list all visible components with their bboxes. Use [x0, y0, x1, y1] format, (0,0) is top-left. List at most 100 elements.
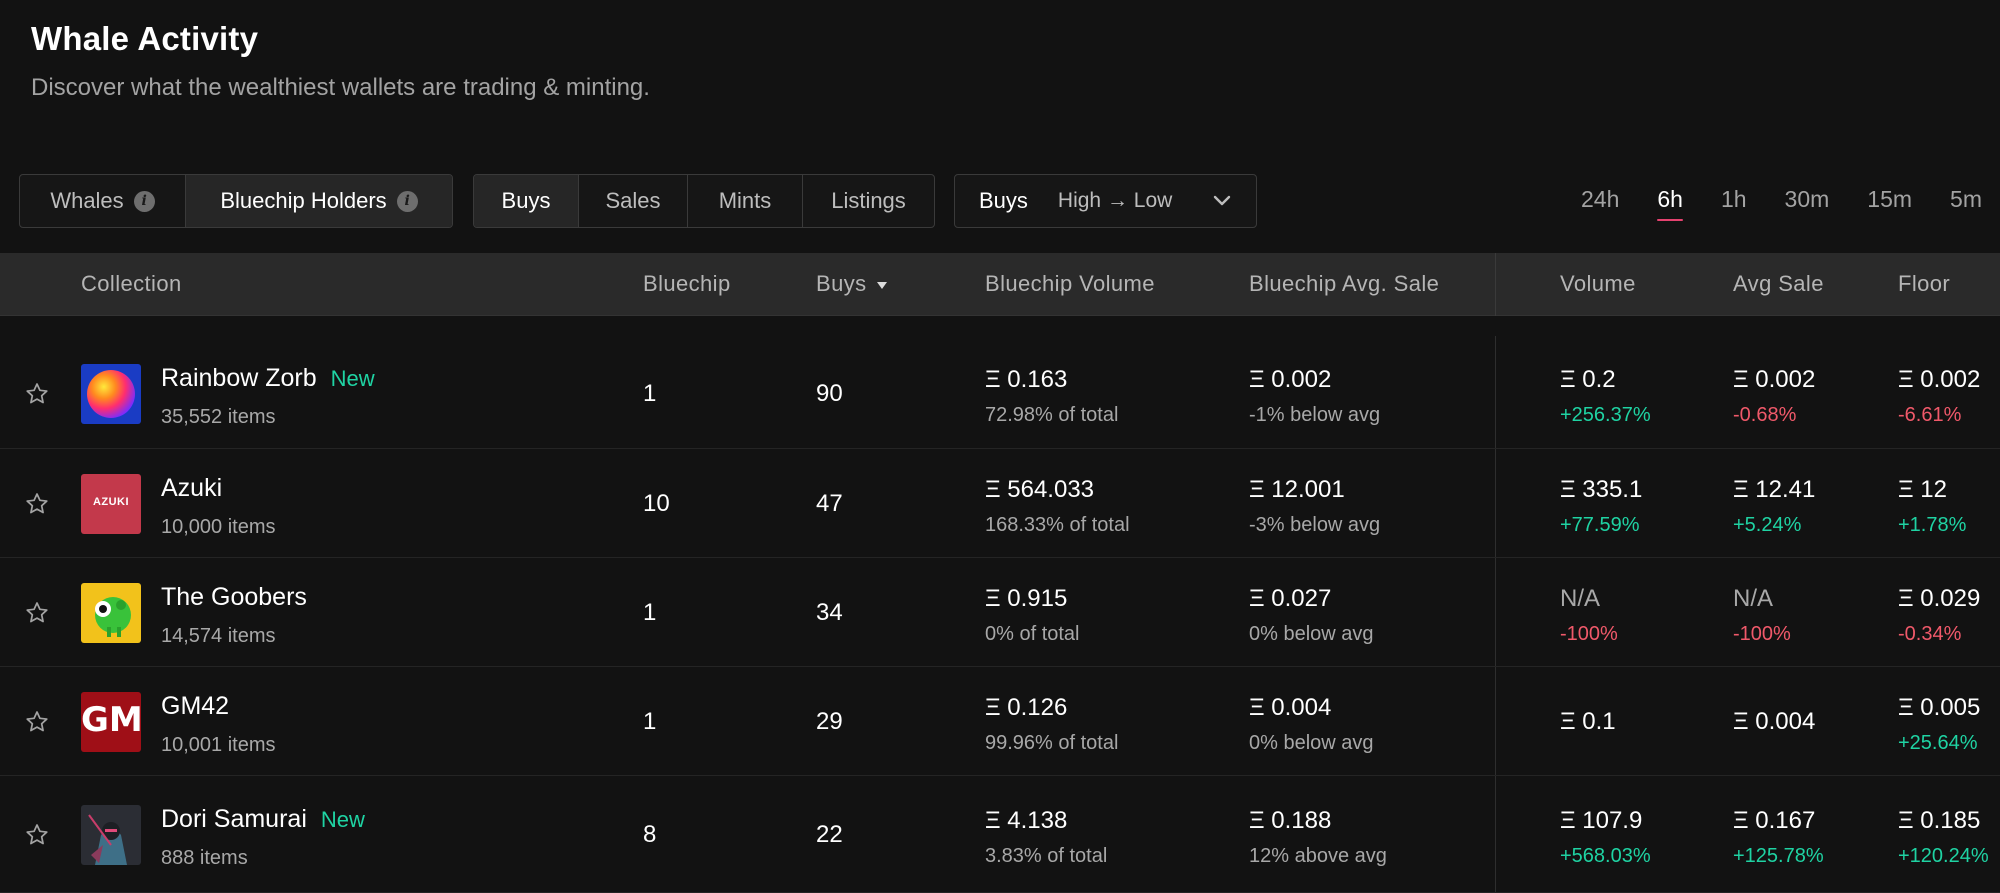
bluechip-volume-share: 168.33% of total [985, 514, 1130, 536]
collection-avatar[interactable] [81, 364, 141, 424]
column-bluechip-avg-sale[interactable]: Bluechip Avg. Sale [1249, 271, 1439, 297]
column-buys[interactable]: Buys [816, 271, 887, 297]
bluechip-count: 1 [643, 708, 657, 735]
column-collection[interactable]: Collection [81, 271, 182, 297]
sales-tab[interactable]: Sales [579, 175, 688, 227]
floor-change: -0.34% [1898, 623, 1962, 645]
avg-sale-value: Ξ 12.41 [1733, 476, 1816, 503]
avg-sale-value: Ξ 0.004 [1733, 708, 1816, 735]
floor-change: +25.64% [1898, 732, 1978, 754]
timeframe-6h[interactable]: 6h [1657, 186, 1683, 221]
favorite-star-icon[interactable] [24, 491, 50, 517]
bluechip-count: 10 [643, 490, 670, 517]
collection-name[interactable]: The Goobers [161, 583, 307, 612]
buys-count: 47 [816, 490, 843, 517]
volume-change: +77.59% [1560, 514, 1640, 536]
new-badge: New [320, 807, 365, 832]
bluechip-volume-share: 99.96% of total [985, 732, 1119, 754]
bluechip-avg-sale-compare: -1% below avg [1249, 404, 1381, 426]
sort-field: Buys [979, 188, 1028, 213]
avg-sale-change: -100% [1733, 623, 1791, 645]
column-bluechip[interactable]: Bluechip [643, 271, 731, 297]
bluechip-avg-sale: Ξ 12.001 [1249, 476, 1345, 503]
bluechip-volume: Ξ 0.915 [985, 585, 1068, 612]
buys-tab[interactable]: Buys [474, 175, 579, 227]
avg-sale-change: -0.68% [1733, 404, 1797, 426]
bluechip-avg-sale: Ξ 0.004 [1249, 694, 1332, 721]
info-icon[interactable]: i [133, 190, 155, 212]
sort-order: High → Low [1057, 189, 1173, 212]
favorite-star-icon[interactable] [24, 381, 50, 407]
favorite-star-icon[interactable] [24, 709, 50, 735]
volume-value: Ξ 335.1 [1560, 476, 1643, 503]
floor-change: +1.78% [1898, 514, 1967, 536]
table-row[interactable] [0, 450, 2000, 558]
bluechip-avg-sale: Ξ 0.188 [1249, 807, 1332, 834]
buys-count: 22 [816, 821, 843, 848]
whales-tab[interactable]: Whales i [20, 175, 186, 227]
timeframe-1h[interactable]: 1h [1721, 186, 1747, 221]
buys-count: 34 [816, 599, 843, 626]
timeframe-30m[interactable]: 30m [1785, 186, 1830, 221]
bluechip-avg-sale-compare: 0% below avg [1249, 732, 1374, 754]
sort-dropdown[interactable]: Buys High → Low [954, 174, 1257, 228]
chevron-down-icon [1213, 195, 1231, 206]
timeframe-15m[interactable]: 15m [1867, 186, 1912, 221]
floor-value: Ξ 12 [1898, 476, 1947, 503]
column-floor[interactable]: Floor [1898, 271, 1950, 297]
favorite-star-icon[interactable] [24, 600, 50, 626]
bluechip-count: 1 [643, 380, 657, 407]
table-row[interactable] [0, 777, 2000, 893]
collection-avatar[interactable]: GM [81, 692, 141, 752]
timeframe-5m[interactable]: 5m [1950, 186, 1982, 221]
table-header: Collection Bluechip Buys Bluechip Volume… [0, 253, 2000, 316]
floor-value: Ξ 0.185 [1898, 807, 1981, 834]
bluechip-volume-share: 0% of total [985, 623, 1080, 645]
new-badge: New [330, 366, 375, 391]
page-subtitle: Discover what the wealthiest wallets are… [31, 74, 650, 101]
bluechip-avg-sale-compare: -3% below avg [1249, 514, 1381, 536]
table-row[interactable] [0, 668, 2000, 776]
timeframe-24h[interactable]: 24h [1581, 186, 1619, 221]
collection-item-count: 888 items [161, 847, 248, 869]
bluechip-holders-tab[interactable]: Bluechip Holders i [186, 175, 452, 227]
mints-tab[interactable]: Mints [688, 175, 803, 227]
collection-avatar[interactable] [81, 805, 141, 865]
volume-value: N/A [1560, 585, 1601, 612]
bluechip-volume: Ξ 564.033 [985, 476, 1095, 503]
collection-name[interactable]: Azuki [161, 474, 222, 503]
volume-change: -100% [1560, 623, 1618, 645]
floor-change: -6.61% [1898, 404, 1962, 426]
column-volume[interactable]: Volume [1560, 271, 1636, 297]
avg-sale-value: Ξ 0.167 [1733, 807, 1816, 834]
collection-name[interactable]: Rainbow Zorb New [161, 364, 375, 393]
column-bluechip-volume[interactable]: Bluechip Volume [985, 271, 1155, 297]
volume-value: Ξ 0.2 [1560, 366, 1616, 393]
volume-change: +568.03% [1560, 845, 1651, 867]
collection-item-count: 14,574 items [161, 625, 276, 647]
collection-avatar[interactable]: AZUKI [81, 474, 141, 534]
buys-count: 29 [816, 708, 843, 735]
collection-name[interactable]: Dori Samurai New [161, 805, 365, 834]
floor-value: Ξ 0.005 [1898, 694, 1981, 721]
header-divider [1495, 253, 1496, 316]
table-row[interactable] [0, 559, 2000, 667]
bluechip-avg-sale-compare: 12% above avg [1249, 845, 1387, 867]
bluechip-count: 1 [643, 599, 657, 626]
volume-change: +256.37% [1560, 404, 1651, 426]
listings-tab[interactable]: Listings [803, 175, 934, 227]
avg-sale-value: N/A [1733, 585, 1774, 612]
table-row[interactable] [0, 339, 2000, 449]
collection-avatar[interactable] [81, 583, 141, 643]
bluechip-volume: Ξ 4.138 [985, 807, 1068, 834]
floor-change: +120.24% [1898, 845, 1989, 867]
avatar-text: AZUKI [92, 496, 130, 508]
favorite-star-icon[interactable] [24, 822, 50, 848]
collection-name[interactable]: GM42 [161, 692, 229, 721]
collection-item-count: 35,552 items [161, 406, 276, 428]
info-icon[interactable]: i [396, 190, 418, 212]
timeframe-selector: 24h 6h 1h 30m 15m 5m [1581, 186, 1982, 221]
column-avg-sale[interactable]: Avg Sale [1733, 271, 1824, 297]
bluechip-volume: Ξ 0.163 [985, 366, 1068, 393]
sort-desc-icon [876, 281, 887, 289]
